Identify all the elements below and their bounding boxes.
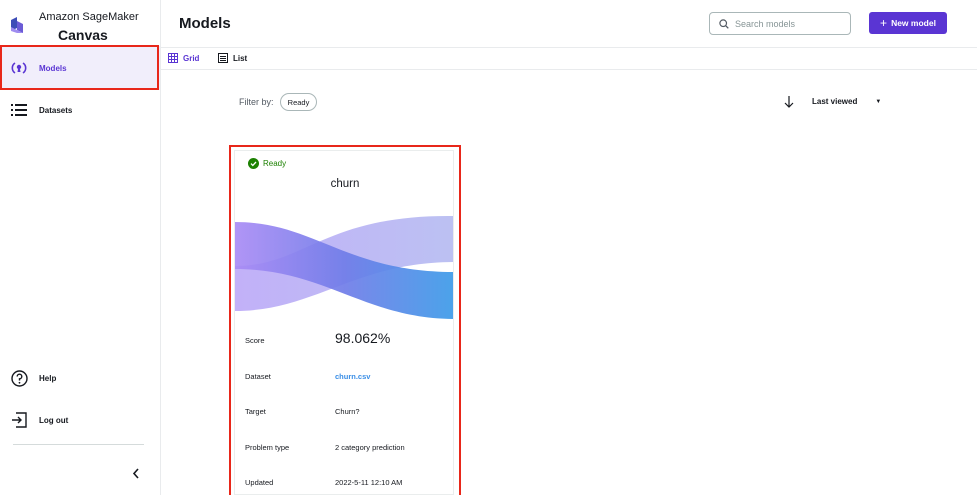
list-icon (218, 53, 228, 63)
dataset-link[interactable]: churn.csv (335, 372, 370, 381)
problem-type-value: 2 category prediction (335, 443, 405, 452)
grid-icon (168, 53, 178, 63)
model-card[interactable]: Ready churn Score 98.062% Dataset churn.… (234, 150, 454, 495)
sidebar-divider (13, 444, 144, 445)
status-label: Ready (263, 159, 287, 168)
updated-label: Updated (245, 478, 274, 487)
tab-grid[interactable]: Grid (168, 53, 199, 63)
sidebar-item-label: Models (39, 63, 67, 73)
updated-value: 2022-5-11 12:10 AM (335, 478, 403, 487)
target-label: Target (245, 407, 266, 416)
dataset-label: Dataset (245, 372, 271, 381)
card-row-score: Score 98.062% (245, 330, 450, 350)
page-title: Models (179, 15, 231, 32)
card-row-updated: Updated 2022-5-11 12:10 AM (245, 478, 450, 492)
model-card-illustration (235, 216, 453, 319)
models-icon (10, 59, 28, 77)
search-icon (719, 18, 729, 29)
view-toggle-bar: Grid List (161, 48, 977, 70)
datasets-icon (10, 101, 28, 119)
sidebar: Amazon SageMaker Canvas Models Datasets … (0, 0, 161, 495)
score-label: Score (245, 336, 265, 345)
filter-chip-ready[interactable]: Ready (280, 93, 317, 111)
sidebar-item-help[interactable]: Help (0, 356, 160, 400)
score-value: 98.062% (335, 330, 391, 346)
problem-type-label: Problem type (245, 443, 290, 452)
sidebar-item-datasets[interactable]: Datasets (0, 88, 160, 132)
search-box[interactable] (709, 12, 851, 35)
sidebar-item-label: Help (39, 373, 57, 383)
sort-direction-icon[interactable] (783, 95, 795, 109)
header: Models + New model (161, 0, 977, 48)
card-row-problem-type: Problem type 2 category prediction (245, 443, 450, 457)
sidebar-item-label: Datasets (39, 105, 73, 115)
card-row-dataset: Dataset churn.csv (245, 372, 450, 386)
sidebar-item-logout[interactable]: Log out (0, 398, 160, 442)
logout-icon (10, 411, 28, 429)
product-name: Canvas (58, 27, 108, 43)
model-name: churn (330, 178, 360, 190)
sort-select-value: Last viewed (812, 97, 858, 106)
chevron-left-icon (132, 467, 139, 479)
status-badge: Ready (248, 158, 286, 169)
filter-label: Filter by: (239, 97, 274, 107)
card-row-target: Target Churn? (245, 407, 450, 421)
help-icon (10, 369, 28, 387)
brand-name: Amazon SageMaker (39, 11, 139, 23)
new-model-label: New model (891, 18, 936, 28)
new-model-button[interactable]: + New model (869, 12, 947, 34)
plus-icon: + (880, 16, 888, 30)
tab-grid-label: Grid (183, 53, 200, 63)
sidebar-item-label: Log out (39, 415, 69, 425)
tab-list-label: List (233, 53, 248, 63)
brand: Amazon SageMaker Canvas (0, 0, 160, 45)
sagemaker-logo-icon (11, 17, 23, 33)
search-input[interactable] (735, 18, 835, 29)
check-circle-icon (248, 158, 259, 169)
caret-down-icon: ▼ (875, 98, 882, 105)
collapse-sidebar-button[interactable] (128, 465, 144, 481)
sidebar-item-models[interactable]: Models (0, 46, 160, 90)
tab-list[interactable]: List (218, 53, 247, 63)
target-value: Churn? (335, 407, 360, 416)
sort-select[interactable]: Last viewed ▼ (812, 97, 881, 106)
